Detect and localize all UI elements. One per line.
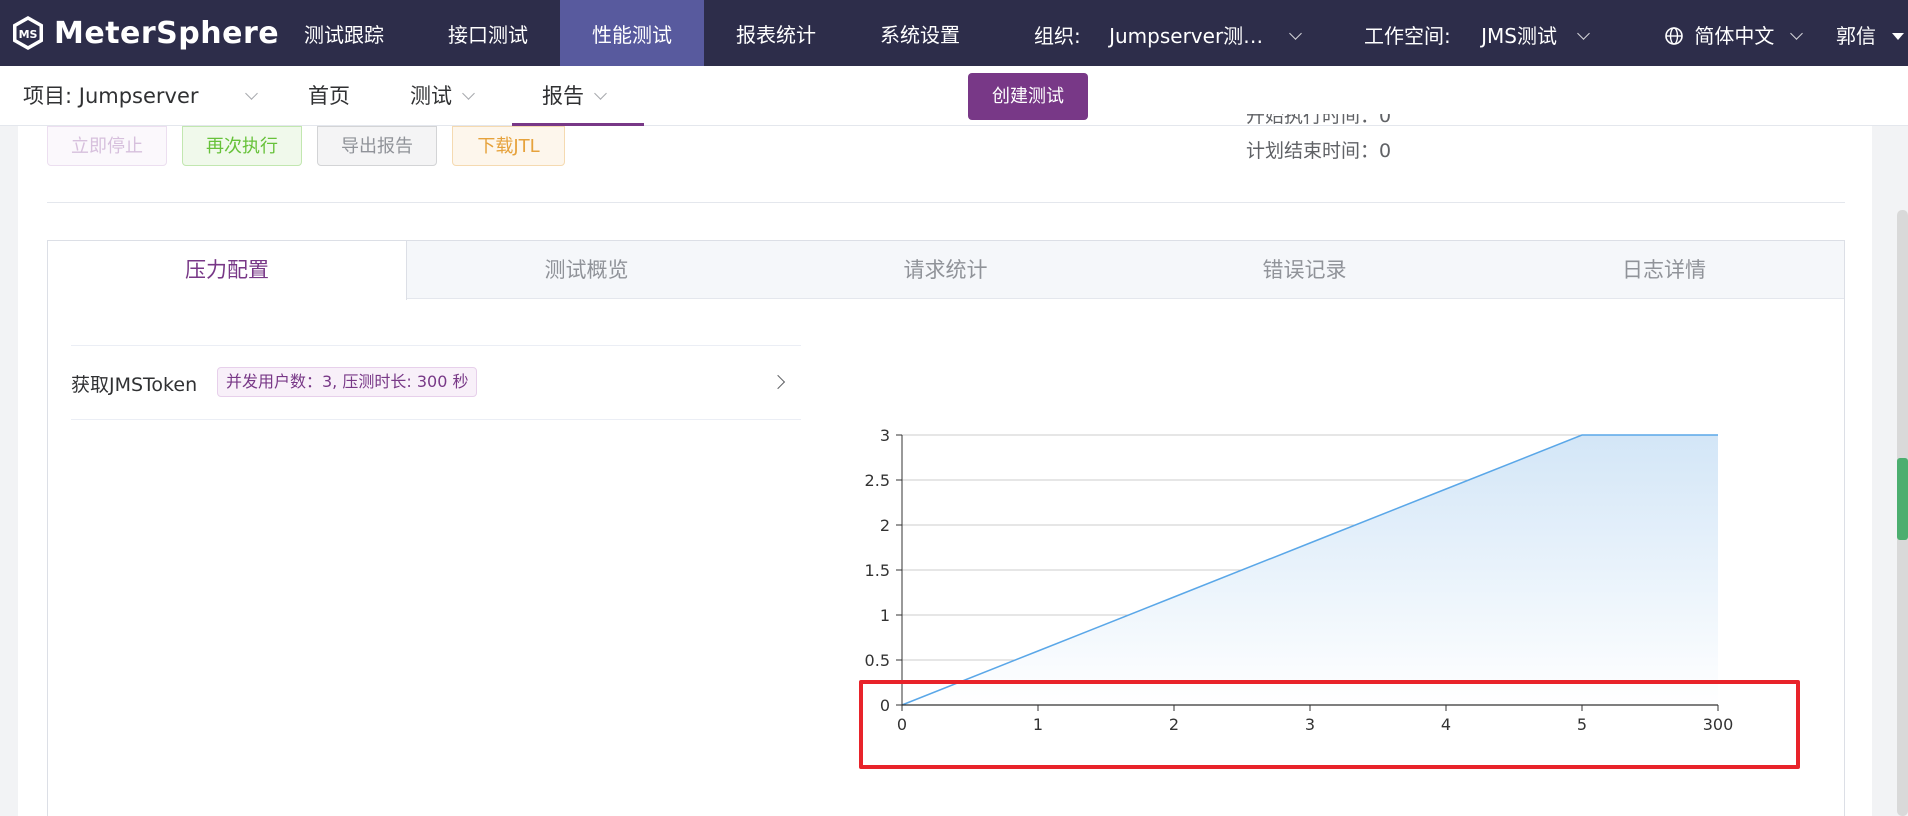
language-selector[interactable]: 简体中文 [1664,0,1804,66]
download-jtl-button[interactable]: 下载JTL [452,126,565,166]
chevron-down-icon [594,87,607,100]
rerun-button[interactable]: 再次执行 [182,126,302,166]
export-report-button[interactable]: 导出报告 [317,126,437,166]
start-time: 开始执行时间：0 [1246,114,1391,130]
nav-system-settings[interactable]: 系统设置 [854,0,986,66]
tab-request-stats[interactable]: 请求统计 [766,241,1125,299]
create-test-button[interactable]: 创建测试 [968,73,1088,120]
scenario-name: 获取JMSToken [71,374,198,396]
tab-log-details[interactable]: 日志详情 [1484,241,1844,299]
workspace-value: JMS测试 [1481,24,1557,48]
workspace-selector[interactable]: 工作空间: JMS测试 [1364,0,1590,66]
project-selector[interactable]: 项目: Jumpserver [23,66,258,126]
org-label: 组织: [1034,24,1081,48]
stop-now-button[interactable]: 立即停止 [47,126,167,166]
nav-api-test[interactable]: 接口测试 [422,0,554,66]
caret-down-icon [1892,33,1905,40]
chevron-down-icon [1577,27,1590,40]
nav-test-tracking[interactable]: 测试跟踪 [278,0,410,66]
svg-text:MS: MS [19,28,38,41]
subnav-reports-label: 报告 [542,84,584,108]
nav-performance-test[interactable]: 性能测试 [560,0,704,66]
top-navbar: MS MeterSphere 测试跟踪 接口测试 性能测试 报表统计 系统设置 … [0,0,1908,66]
user-menu[interactable]: 郭信 [1836,0,1905,66]
workspace-label: 工作空间: [1364,24,1451,48]
metersphere-logo-icon: MS [13,16,43,50]
chevron-down-icon [1289,27,1303,40]
subnav-tests-label: 测试 [410,84,452,108]
tab-header: 压力配置 测试概览 请求统计 错误记录 日志详情 [48,241,1844,300]
divider [47,202,1845,203]
org-value: Jumpserver测… [1109,24,1264,48]
brand-name: MeterSphere [54,15,280,51]
chevron-down-icon [1790,27,1804,40]
language-value: 简体中文 [1694,24,1775,48]
chevron-right-icon[interactable] [770,374,786,390]
scrollbar-thumb[interactable] [1897,458,1908,540]
start-time-text: 开始执行时间：0 [1246,114,1392,127]
tab-load-config[interactable]: 压力配置 [48,241,407,300]
brand-logo[interactable]: MS MeterSphere [10,13,279,53]
scenario-config-tag: 并发用户数：3, 压测时长: 300 秒 [217,367,478,397]
chevron-down-icon [244,87,258,100]
org-selector[interactable]: 组织: Jumpserver测… [1034,0,1303,66]
planned-end-time: 计划结束时间：0 [1246,140,1392,162]
globe-icon [1665,27,1683,45]
user-name: 郭信 [1836,24,1876,48]
tab-test-overview[interactable]: 测试概览 [407,241,766,299]
tab-error-log[interactable]: 错误记录 [1125,241,1484,299]
scenario-row[interactable]: 获取JMSToken 并发用户数：3, 压测时长: 300 秒 [71,345,801,420]
subnav-tests[interactable]: 测试 [410,66,475,126]
subnav-home[interactable]: 首页 [308,66,350,126]
chevron-down-icon [462,87,475,100]
project-label: 项目: Jumpserver [23,84,199,108]
nav-report-stats[interactable]: 报表统计 [710,0,842,66]
project-subnav: 项目: Jumpserver 首页 测试 报告 [0,66,1908,126]
subnav-reports[interactable]: 报告 [512,66,644,126]
x-axis-highlight-box [859,680,1800,769]
